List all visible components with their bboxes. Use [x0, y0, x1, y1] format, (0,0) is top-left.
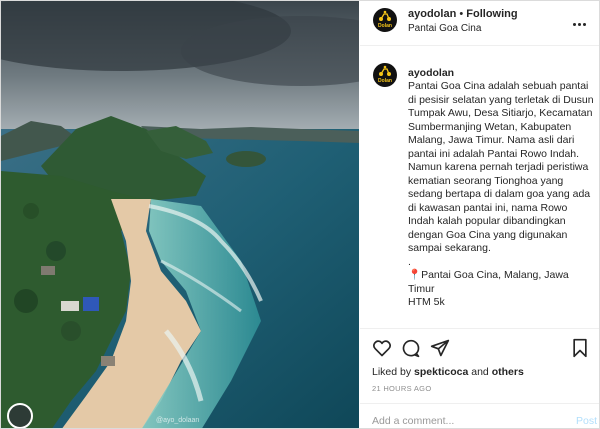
caption-cutoff-line: HTM 5k — [408, 296, 445, 308]
avatar-badge: Dolan — [378, 78, 392, 84]
caption-body: Pantai Goa Cina adalah sebuah pantai di … — [408, 80, 594, 268]
username-link[interactable]: ayodolan — [408, 8, 456, 20]
photo-credit: @ayo_dolaan — [156, 417, 200, 424]
liked-by-user-link[interactable]: spekticoca — [414, 366, 468, 378]
comment-bar: Add a comment... Post — [360, 403, 599, 428]
post-sidebar: Dolan ayodolan • Following Pantai Goa Ci… — [360, 1, 599, 428]
following-button[interactable]: Following — [466, 8, 517, 20]
scooter-logo-icon — [379, 10, 391, 21]
caption-location: Pantai Goa Cina, Malang, Jawa Timur — [408, 269, 572, 295]
avatar[interactable]: Dolan — [373, 8, 397, 32]
avatar-badge: Dolan — [378, 23, 392, 29]
liked-by-others-link[interactable]: others — [492, 366, 524, 378]
beach-aerial-image — [1, 1, 359, 428]
more-icon[interactable] — [573, 13, 589, 26]
post-photo[interactable]: @ayo_dolaan — [1, 1, 359, 428]
comment-icon[interactable] — [401, 338, 421, 358]
share-icon[interactable] — [430, 338, 450, 358]
post-actions: Liked by spekticoca and others 21 HOURS … — [360, 328, 599, 428]
liked-by-and: and — [471, 366, 489, 378]
instagram-post: @ayo_dolaan Dolan ayodolan • Following P… — [0, 0, 600, 429]
liked-by-prefix: Liked by — [372, 366, 412, 378]
scooter-logo-icon — [379, 65, 391, 76]
bookmark-icon[interactable] — [570, 338, 590, 358]
location-link[interactable]: Pantai Goa Cina — [408, 23, 481, 34]
caption-username[interactable]: ayodolan — [408, 67, 454, 79]
photo-corner-avatar — [7, 403, 33, 428]
heart-icon[interactable] — [372, 338, 392, 358]
caption-area[interactable]: Dolan ayodolan Pantai Goa Cina adalah se… — [360, 46, 599, 328]
header-username-row: ayodolan • Following — [408, 8, 518, 20]
separator: • — [459, 8, 464, 20]
avatar[interactable]: Dolan — [373, 63, 397, 87]
liked-by: Liked by spekticoca and others — [372, 366, 524, 378]
post-header: Dolan ayodolan • Following Pantai Goa Ci… — [360, 1, 599, 46]
caption-text: Pantai Goa Cina adalah sebuah pantai di … — [408, 80, 594, 310]
comment-input[interactable]: Add a comment... — [372, 415, 454, 427]
post-timestamp[interactable]: 21 HOURS AGO — [372, 384, 431, 393]
post-comment-button[interactable]: Post — [576, 415, 597, 427]
location-pin-icon: 📍 — [408, 269, 422, 281]
